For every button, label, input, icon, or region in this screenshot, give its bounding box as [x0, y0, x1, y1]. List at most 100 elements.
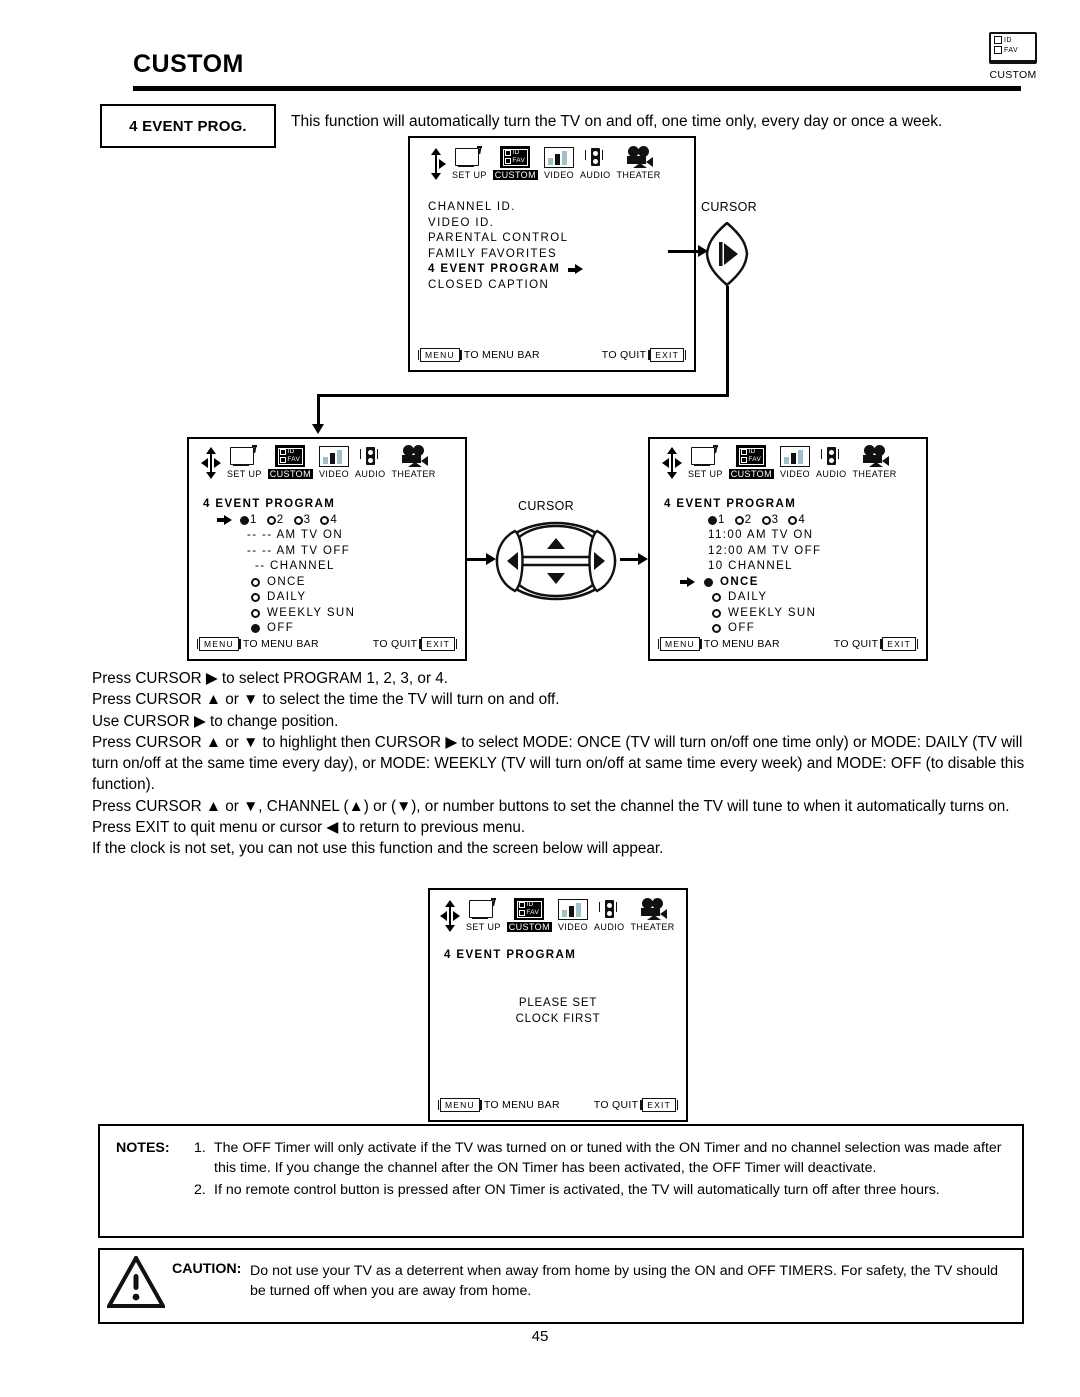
menu-label-theater: THEATER: [852, 469, 897, 479]
mode-radio-daily[interactable]: [251, 593, 260, 603]
mode-row-daily[interactable]: DAILY: [664, 590, 914, 606]
program-label-2: 2: [276, 513, 285, 526]
menu-row[interactable]: FAMILY FAVORITES: [428, 247, 583, 263]
exit-key[interactable]: EXIT: [648, 348, 686, 362]
exit-key[interactable]: EXIT: [880, 637, 918, 651]
menu-item-theater[interactable]: THEATER: [853, 445, 897, 479]
menu-item-theater[interactable]: THEATER: [392, 445, 436, 479]
menu-item-theater[interactable]: THEATER: [631, 898, 675, 932]
mode-row-weekly[interactable]: WEEKLY SUN: [203, 606, 453, 622]
menu-label-custom: CUSTOM: [492, 170, 538, 180]
on-time-row[interactable]: 11:00 AM TV ON: [664, 528, 914, 544]
menu-key[interactable]: MENU: [418, 348, 462, 362]
menu-item-setup[interactable]: SET UP: [466, 897, 501, 932]
menu-row[interactable]: CLOSED CAPTION: [428, 278, 583, 294]
program-radio-1[interactable]: [240, 515, 249, 525]
osd-footer-bar: MENU TO MENU BAR TO QUIT EXIT: [658, 637, 918, 651]
program-radio-4[interactable]: [788, 515, 798, 525]
program-radio-2[interactable]: [266, 515, 276, 525]
mode-row-daily[interactable]: DAILY: [203, 590, 453, 606]
mode-row-once[interactable]: ONCE: [203, 575, 453, 591]
mode-row-weekly[interactable]: WEEKLY SUN: [664, 606, 914, 622]
custom-icon: ID FAV: [500, 146, 531, 168]
program-radio-3[interactable]: [761, 515, 771, 525]
menu-row[interactable]: PARENTAL CONTROL: [428, 231, 583, 247]
on-time-row[interactable]: -- -- AM TV ON: [203, 528, 453, 544]
program-radio-2[interactable]: [734, 515, 744, 525]
corner-custom-logo: ID FAV CUSTOM: [968, 32, 1058, 81]
menu-item-setup[interactable]: SET UP: [688, 444, 723, 479]
theater-icon: [400, 445, 428, 467]
menu-row-label: CLOSED CAPTION: [428, 278, 550, 291]
menu-item-theater[interactable]: THEATER: [617, 146, 661, 180]
event-program-title-row: 4 EVENT PROGRAM: [444, 948, 576, 964]
right-arrow-icon: [568, 264, 584, 275]
note-text: If no remote control button is pressed a…: [214, 1182, 940, 1198]
menu-item-video[interactable]: VIDEO: [544, 147, 574, 180]
setup-icon: [691, 444, 719, 467]
mode-radio-off[interactable]: [251, 624, 260, 634]
menu-item-audio[interactable]: AUDIO: [594, 898, 625, 932]
mode-radio-once[interactable]: [251, 577, 260, 587]
program-label-1: 1: [250, 513, 258, 526]
mode-row-off[interactable]: OFF: [203, 621, 453, 637]
quit-text: TO QUIT: [601, 349, 647, 361]
menu-label-setup: SET UP: [466, 922, 501, 932]
menu-row[interactable]: VIDEO ID.: [428, 216, 583, 232]
mode-label-daily: DAILY: [728, 591, 768, 603]
menu-key[interactable]: MENU: [658, 637, 702, 651]
menu-item-custom[interactable]: ID FAV CUSTOM: [492, 146, 538, 180]
off-time-row[interactable]: -- -- AM TV OFF: [203, 544, 453, 560]
event-program-title: 4 EVENT PROGRAM: [664, 498, 797, 510]
off-time-row[interactable]: 12:00 AM TV OFF: [664, 544, 914, 560]
menu-key[interactable]: MENU: [197, 637, 241, 651]
menu-item-video[interactable]: VIDEO: [558, 899, 588, 932]
menu-item-custom[interactable]: ID FAV CUSTOM: [728, 445, 774, 479]
clock-warning-line2: CLOCK FIRST: [515, 1012, 601, 1025]
program-selector-row[interactable]: 1 2 3 4: [203, 513, 453, 529]
mode-radio-weekly[interactable]: [251, 608, 260, 618]
mode-radio-off[interactable]: [712, 624, 721, 634]
exit-key[interactable]: EXIT: [419, 637, 457, 651]
program-radio-1[interactable]: [708, 515, 717, 525]
mode-radio-weekly[interactable]: [712, 608, 721, 618]
channel-row[interactable]: -- CHANNEL: [203, 559, 453, 575]
menu-item-setup[interactable]: SET UP: [452, 145, 487, 180]
menu-item-custom[interactable]: ID FAV CUSTOM: [267, 445, 313, 479]
mode-radio-once[interactable]: [704, 577, 713, 587]
custom-menu-list: CHANNEL ID. VIDEO ID. PARENTAL CONTROL F…: [428, 200, 584, 294]
exit-key[interactable]: EXIT: [640, 1098, 678, 1112]
menu-item-video[interactable]: VIDEO: [319, 446, 349, 479]
menu-label-theater: THEATER: [391, 469, 436, 479]
osd-screen-event-blank: SET UP ID FAV CUSTOM VIDEO AUDIO THEATER…: [187, 437, 467, 661]
program-radio-4[interactable]: [320, 515, 330, 525]
mode-row-once[interactable]: ONCE: [664, 575, 914, 591]
menu-item-audio[interactable]: AUDIO: [580, 146, 611, 180]
menu-item-video[interactable]: VIDEO: [780, 446, 810, 479]
nav-cluster-icon: [662, 447, 682, 479]
setup-icon: [455, 145, 483, 168]
channel-row[interactable]: 10 CHANNEL: [664, 559, 914, 575]
notes-list: 1. The OFF Timer will only activate if t…: [194, 1138, 1008, 1202]
manual-page: CUSTOM ID FAV CUSTOM 4 EVENT PROG. This …: [0, 0, 1080, 1397]
mode-row-off[interactable]: OFF: [664, 621, 914, 637]
menu-key-text: TO MENU BAR: [703, 638, 780, 650]
program-selector-row[interactable]: 1 2 3 4: [664, 513, 914, 529]
menu-item-audio[interactable]: AUDIO: [816, 445, 847, 479]
menu-item-custom[interactable]: ID FAV CUSTOM: [506, 898, 552, 932]
menu-item-setup[interactable]: SET UP: [227, 444, 262, 479]
program-radio-3[interactable]: [293, 515, 303, 525]
menu-row-selected[interactable]: 4 EVENT PROGRAM: [428, 262, 584, 278]
mode-radio-daily[interactable]: [712, 593, 721, 603]
checkbox-glyph: [994, 46, 1002, 54]
audio-icon: [359, 445, 381, 467]
menu-key[interactable]: MENU: [438, 1098, 482, 1112]
osd-footer-bar: MENU TO MENU BAR TO QUIT EXIT: [197, 637, 457, 651]
nav-cluster-icon: [201, 447, 221, 479]
menu-row[interactable]: CHANNEL ID.: [428, 200, 583, 216]
menu-item-audio[interactable]: AUDIO: [355, 445, 386, 479]
channel-value: -- CHANNEL: [255, 560, 335, 572]
mode-label-once: ONCE: [267, 575, 306, 588]
mode-label-off: OFF: [267, 622, 295, 634]
program-label-2: 2: [744, 513, 753, 526]
